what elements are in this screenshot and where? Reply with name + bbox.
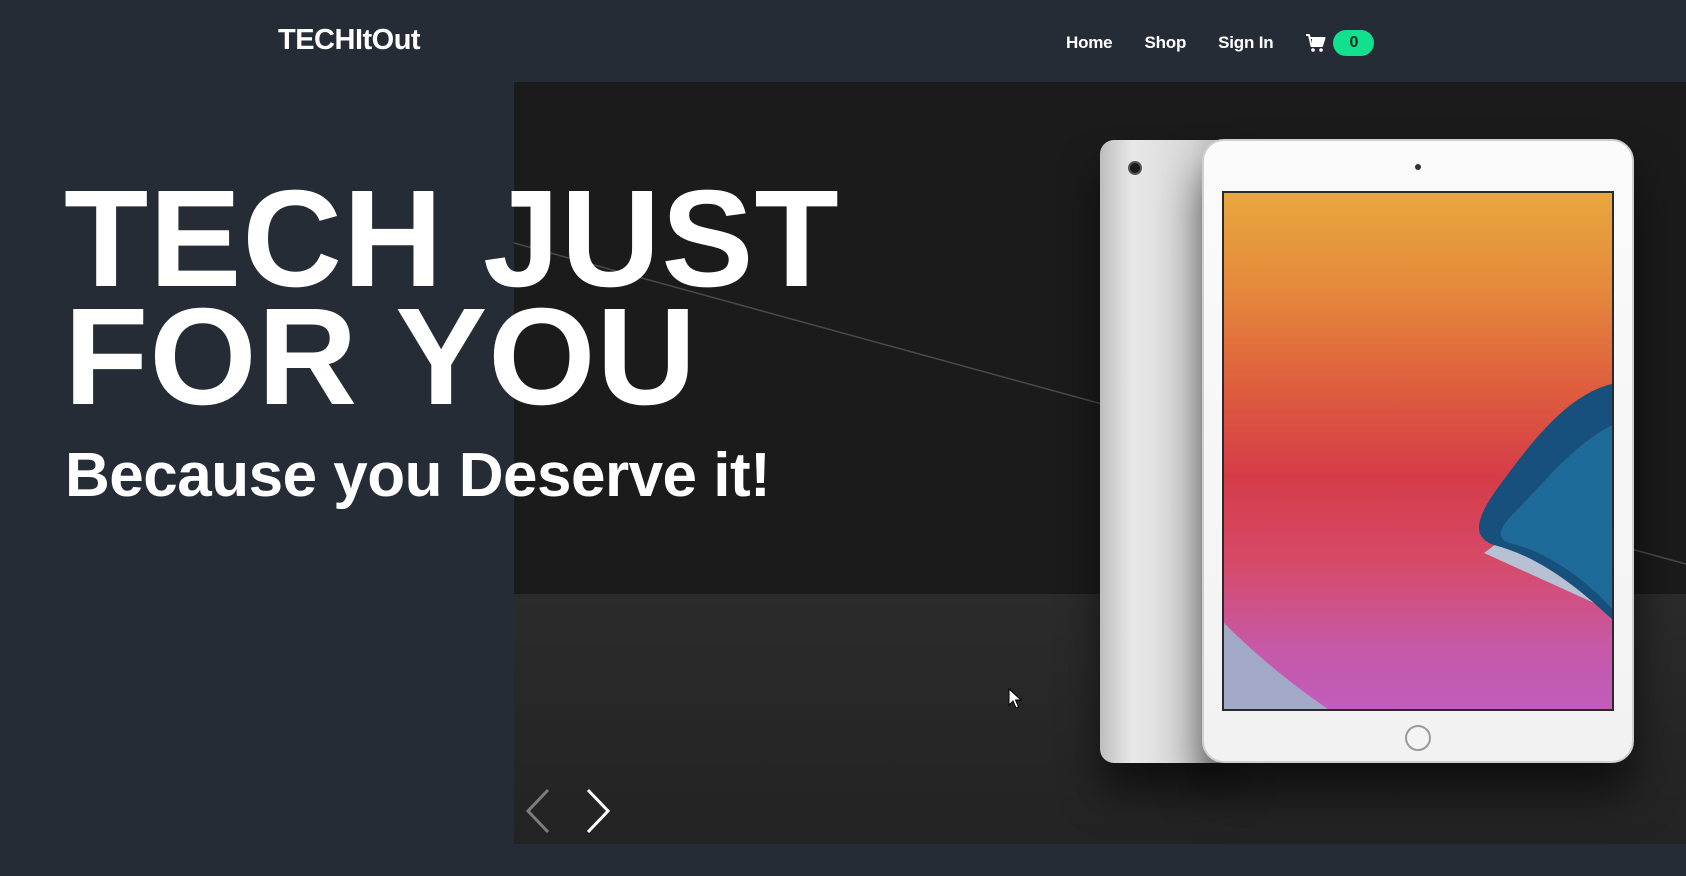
hero-headline-line2: FOR YOU [64,280,698,434]
ipad-front-camera [1415,164,1421,170]
carousel-next-button[interactable] [580,786,616,836]
ipad-camera [1128,161,1142,175]
site-header: TECHItOut Home Shop Sign In 0 [0,0,1686,82]
hero-subheadline: Because you Deserve it! [65,441,771,510]
page: TECHItOut Home Shop Sign In 0 TECH JUST … [0,0,1686,876]
chevron-left-icon [525,788,550,834]
ipad-screen [1222,191,1614,711]
carousel-prev-button[interactable] [520,786,556,836]
nav-home-link[interactable]: Home [1066,33,1113,53]
nav-shop-link[interactable]: Shop [1144,33,1186,53]
ipad-home-button [1405,725,1431,751]
cart-count-badge: 0 [1333,30,1375,56]
nav-sign-in-link[interactable]: Sign In [1218,33,1273,53]
ipad-wallpaper [1224,384,1612,709]
brand-logo[interactable]: TECHItOut [278,24,421,57]
cart-icon [1306,34,1326,52]
hero-headline: TECH JUST FOR YOU [64,170,840,426]
main-nav: Home Shop Sign In 0 [1066,30,1375,56]
cart-button[interactable]: 0 [1305,30,1375,56]
chevron-right-icon [586,788,611,834]
mouse-cursor-icon [1008,688,1022,709]
